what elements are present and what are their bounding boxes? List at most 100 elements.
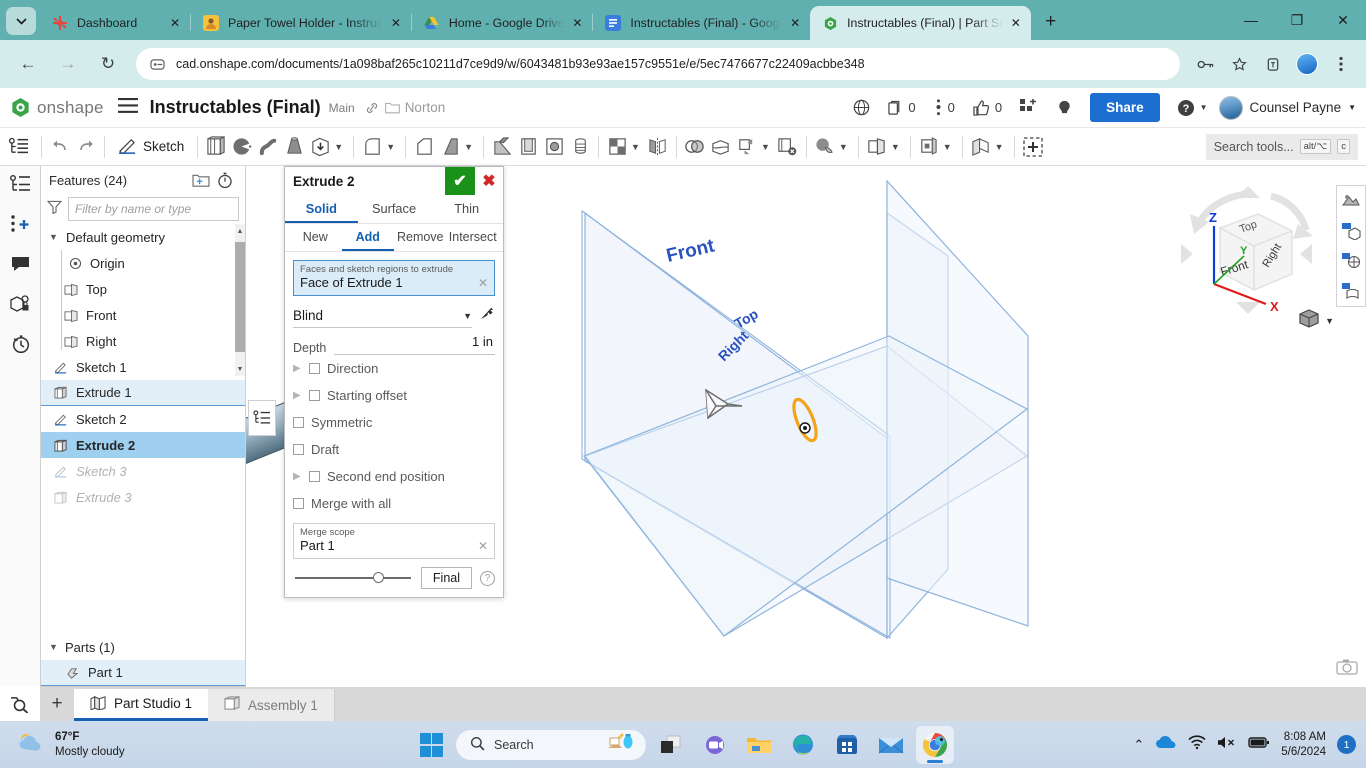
- final-button[interactable]: Final: [420, 567, 472, 589]
- chevron-right-icon[interactable]: ▶: [293, 363, 302, 374]
- file-explorer-icon[interactable]: [740, 726, 778, 764]
- rollback-icon[interactable]: [213, 172, 237, 189]
- chevron-down-icon[interactable]: ▼: [463, 142, 478, 152]
- boolean-icon[interactable]: [682, 132, 708, 162]
- rib-icon[interactable]: [489, 132, 515, 162]
- taskbar-search[interactable]: Search: [456, 729, 646, 760]
- search-tools-box[interactable]: Search tools... alt/⌥ c: [1205, 133, 1358, 160]
- feature-tree-icon[interactable]: [5, 170, 35, 198]
- preview-quality-slider[interactable]: [293, 571, 413, 585]
- plane-icon[interactable]: [864, 132, 890, 162]
- fillet-icon[interactable]: [359, 132, 385, 162]
- folder-breadcrumb[interactable]: Norton: [384, 100, 445, 115]
- direction-checkbox[interactable]: [309, 363, 320, 374]
- symmetric-checkbox[interactable]: [293, 417, 304, 428]
- option-symmetric[interactable]: Symmetric: [285, 409, 503, 436]
- tab-part-studio-1[interactable]: Part Studio 1: [74, 689, 209, 721]
- option-second-end-position[interactable]: ▶ Second end position: [285, 463, 503, 490]
- tab-assembly-1[interactable]: Assembly 1: [208, 689, 335, 721]
- add-tab-button[interactable]: +: [40, 687, 74, 721]
- starting-offset-checkbox[interactable]: [309, 390, 320, 401]
- move-face-icon[interactable]: [812, 132, 838, 162]
- tree-group-default-geometry[interactable]: ▼ Default geometry: [41, 224, 245, 250]
- chevron-down-icon[interactable]: ▼: [942, 142, 957, 152]
- appearance-icon[interactable]: [1337, 186, 1365, 216]
- filter-icon[interactable]: [46, 200, 63, 219]
- onedrive-icon[interactable]: [1155, 735, 1177, 755]
- mirror-icon[interactable]: [645, 132, 671, 162]
- address-bar[interactable]: cad.onshape.com/documents/1a098baf265c10…: [136, 48, 1180, 80]
- tab-close-button[interactable]: ✕: [387, 16, 405, 30]
- windows-start-icon[interactable]: [412, 726, 450, 764]
- pattern-icon[interactable]: [604, 132, 630, 162]
- tab-new[interactable]: New: [289, 224, 342, 251]
- browser-tab-3[interactable]: Instructables (Final) - Googl ✕: [593, 6, 810, 40]
- depth-input[interactable]: 1 in: [334, 334, 495, 355]
- undo-icon[interactable]: [47, 132, 73, 162]
- tree-item-extrude-1[interactable]: Extrude 1: [41, 380, 245, 406]
- split-icon[interactable]: [708, 132, 734, 162]
- password-key-icon[interactable]: [1190, 49, 1220, 79]
- tab-add[interactable]: Add: [341, 224, 394, 251]
- chevron-right-icon[interactable]: ▶: [293, 471, 302, 482]
- browser-tab-1[interactable]: Paper Towel Holder - Instruc ✕: [191, 6, 411, 40]
- feature-list-icon[interactable]: [0, 129, 36, 165]
- teams-icon[interactable]: [696, 726, 734, 764]
- help-icon[interactable]: ? ▼: [1177, 99, 1208, 117]
- loft-icon[interactable]: [281, 132, 307, 162]
- draft-icon[interactable]: [437, 132, 463, 162]
- thicken-icon[interactable]: [307, 132, 333, 162]
- insert-icon[interactable]: [1020, 132, 1046, 162]
- versions-counter[interactable]: 0: [934, 99, 955, 116]
- shell-icon[interactable]: [515, 132, 541, 162]
- window-close-button[interactable]: ✕: [1320, 0, 1366, 40]
- chrome-menu-icon[interactable]: [1326, 49, 1356, 79]
- chevron-down-icon[interactable]: ▼: [760, 142, 775, 152]
- tab-close-button[interactable]: ✕: [166, 16, 184, 30]
- thread-icon[interactable]: [567, 132, 593, 162]
- chevron-down-icon[interactable]: ▼: [838, 142, 853, 152]
- microsoft-store-icon[interactable]: [828, 726, 866, 764]
- extensions-icon[interactable]: [1258, 49, 1288, 79]
- slider-knob[interactable]: [373, 572, 385, 583]
- sketch-button[interactable]: Sketch: [110, 137, 192, 157]
- flip-direction-icon[interactable]: [478, 305, 495, 327]
- transform-icon[interactable]: [734, 132, 760, 162]
- task-view-icon[interactable]: [652, 726, 690, 764]
- tab-intersect[interactable]: Intersect: [447, 224, 500, 251]
- tab-remove[interactable]: Remove: [394, 224, 447, 251]
- tab-close-button[interactable]: ✕: [1007, 16, 1025, 30]
- chevron-right-icon[interactable]: ▶: [293, 390, 302, 401]
- weather-widget[interactable]: 67°F Mostly cloudy: [16, 730, 125, 759]
- section-icon[interactable]: [1337, 276, 1365, 306]
- reload-button[interactable]: ↻: [91, 47, 125, 81]
- history-icon[interactable]: [5, 330, 35, 358]
- tree-item-origin[interactable]: Origin: [41, 250, 245, 276]
- help-icon[interactable]: ?: [480, 570, 495, 586]
- dimension-display-icon[interactable]: [1337, 216, 1365, 246]
- merge-with-all-checkbox[interactable]: [293, 498, 304, 509]
- tree-item-right-plane[interactable]: Right: [41, 328, 245, 354]
- clear-selection-icon[interactable]: ✕: [478, 276, 488, 290]
- mail-icon[interactable]: [872, 726, 910, 764]
- measure-icon[interactable]: [1337, 246, 1365, 276]
- option-direction[interactable]: ▶ Direction: [285, 355, 503, 382]
- tree-item-front-plane[interactable]: Front: [41, 302, 245, 328]
- chevron-down-icon[interactable]: ▼: [49, 232, 59, 242]
- camera-icon[interactable]: [1336, 658, 1358, 681]
- tab-close-button[interactable]: ✕: [568, 16, 586, 30]
- sheet-metal-icon[interactable]: [968, 132, 994, 162]
- second-end-position-checkbox[interactable]: [309, 471, 320, 482]
- hamburger-icon[interactable]: [117, 96, 138, 119]
- option-starting-offset[interactable]: ▶ Starting offset: [285, 382, 503, 409]
- add-app-icon[interactable]: [1020, 99, 1038, 116]
- filter-input[interactable]: Filter by name or type: [68, 197, 239, 221]
- bookmark-star-icon[interactable]: [1224, 49, 1254, 79]
- branch-label[interactable]: Main: [329, 101, 355, 115]
- chamfer-icon[interactable]: [411, 132, 437, 162]
- copilot-icon[interactable]: [606, 732, 636, 757]
- chevron-down-icon[interactable]: ▼: [994, 142, 1009, 152]
- tree-item-extrude-2[interactable]: Extrude 2: [41, 432, 245, 458]
- parts-list-item-part-1[interactable]: Part 1: [41, 660, 245, 686]
- tree-item-sketch-2[interactable]: Sketch 2: [41, 406, 245, 432]
